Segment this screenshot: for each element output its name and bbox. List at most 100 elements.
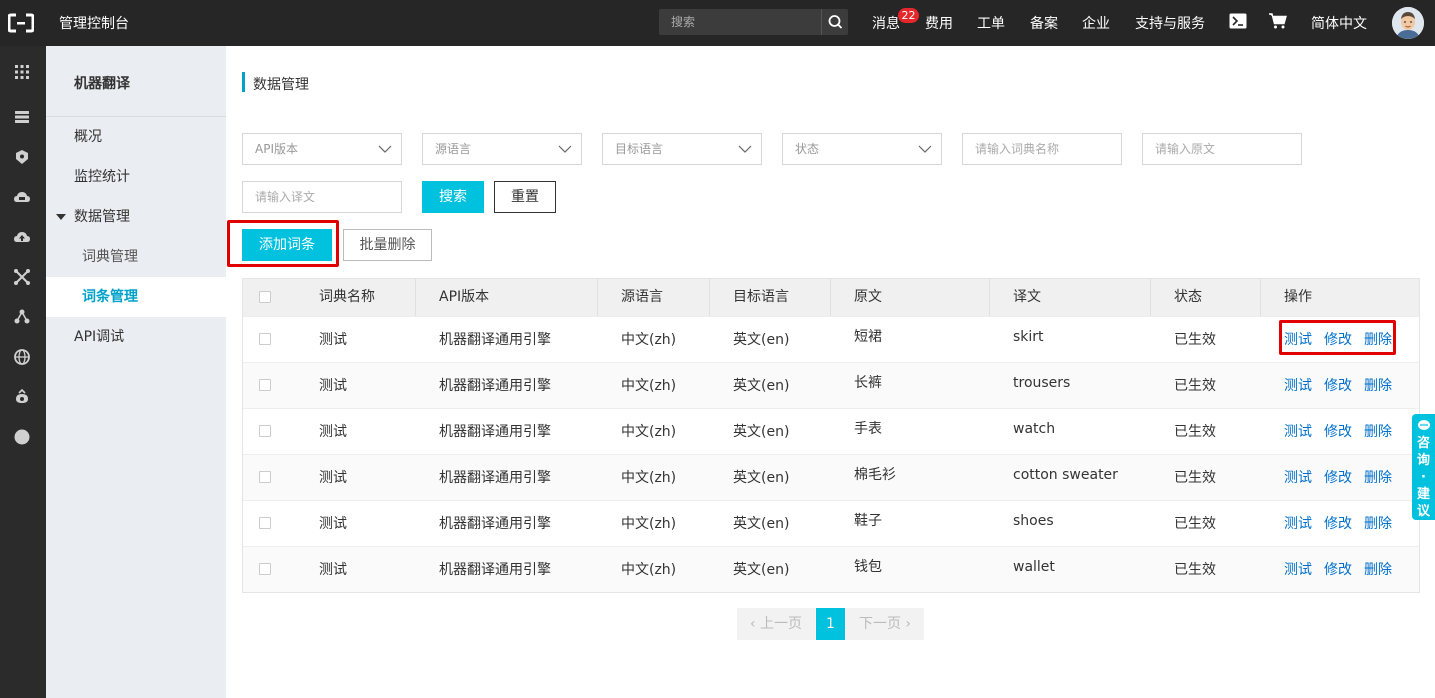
test-link[interactable]: 测试 [1284,547,1312,593]
cell-source-lang: 中文(zh) [621,516,677,532]
reset-button[interactable]: 重置 [494,181,556,213]
cluster-icon[interactable] [13,308,31,326]
add-entry-button[interactable]: 添加词条 [242,229,332,261]
row-checkbox[interactable] [259,425,271,437]
grid-apps-icon[interactable] [13,63,31,81]
header-translation[interactable]: 译文 [1013,279,1041,316]
cell-dict-name: 测试 [319,378,347,394]
global-search-input[interactable] [659,9,821,35]
source-lang-select[interactable]: 源语言 [422,133,582,165]
test-link[interactable]: 测试 [1284,455,1312,501]
edit-link[interactable]: 修改 [1324,547,1352,593]
prev-page-button[interactable]: ‹ 上一页 [737,608,815,640]
header-source-text[interactable]: 原文 [854,279,882,316]
cpu-chip-icon[interactable] [13,148,31,166]
nav-tickets[interactable]: 工单 [977,13,1005,33]
target-lang-select[interactable]: 目标语言 [602,133,762,165]
terminal-icon[interactable] [1229,13,1247,29]
sidebar-item-overview[interactable]: 概况 [46,117,226,157]
delete-link[interactable]: 删除 [1364,317,1392,363]
cell-dict-name: 测试 [319,424,347,440]
test-link[interactable]: 测试 [1284,409,1312,455]
cart-icon[interactable] [1269,13,1287,29]
batch-delete-button[interactable]: 批量删除 [343,229,432,261]
console-title[interactable]: 管理控制台 [59,13,129,33]
top-navigation-bar: 管理控制台 消息 22 费用 工单 备案 企业 支持与服务 简体中文 [0,0,1435,46]
test-link[interactable]: 测试 [1284,317,1312,363]
delete-link[interactable]: 删除 [1364,501,1392,547]
page-title: 数据管理 [253,77,309,93]
header-target-lang[interactable]: 目标语言 [733,279,789,316]
sidebar-item-data-mgmt[interactable]: 数据管理 [46,197,226,237]
main-content: 数据管理 API版本 源语言 目标语言 状态 搜索 重置 添加词条 批量删除 词… [226,46,1435,698]
nav-support[interactable]: 支持与服务 [1135,13,1205,33]
nav-enterprise[interactable]: 企业 [1082,13,1110,33]
source-text-input[interactable] [1142,133,1302,165]
circle-dot-icon[interactable] [13,428,31,446]
page-number-current[interactable]: 1 [816,608,845,640]
cloud-database-icon[interactable] [13,188,31,206]
user-avatar[interactable] [1392,7,1424,39]
search-button[interactable] [821,9,848,35]
consult-suggest-tab[interactable]: 咨 询 · 建 议 [1412,414,1435,520]
header-source-lang[interactable]: 源语言 [621,279,663,316]
nav-language[interactable]: 简体中文 [1311,13,1367,33]
next-page-button[interactable]: 下一页 › [846,608,924,640]
sidebar-item-api-debug[interactable]: API调试 [46,317,226,357]
header-dict-name[interactable]: 词典名称 [319,279,375,316]
search-button[interactable]: 搜索 [422,181,484,213]
row-checkbox[interactable] [259,333,271,345]
table-row: 测试 机器翻译通用引擎 中文(zh) 英文(en) 长裤 trousers 已生… [243,362,1419,408]
cell-translation: watch [1013,421,1056,437]
edit-link[interactable]: 修改 [1324,455,1352,501]
prev-page-label: 上一页 [760,616,803,632]
row-checkbox[interactable] [259,379,271,391]
nav-icp[interactable]: 备案 [1030,13,1058,33]
edit-link[interactable]: 修改 [1324,317,1352,363]
header-separator [989,279,990,316]
nav-messages[interactable]: 消息 [872,13,900,33]
row-checkbox[interactable] [259,517,271,529]
sidebar-item-monitor[interactable]: 监控统计 [46,157,226,197]
target-lang-select-value: 目标语言 [615,142,664,156]
row-checkbox[interactable] [259,471,271,483]
delete-link[interactable]: 删除 [1364,409,1392,455]
sidebar-item-dict-mgmt[interactable]: 词典管理 [46,237,226,277]
globe-icon[interactable] [13,348,31,366]
api-version-select[interactable]: API版本 [242,133,402,165]
chevron-down-icon [558,145,572,153]
header-api-version[interactable]: API版本 [439,279,489,316]
analytics-bulb-icon[interactable] [13,388,31,406]
cell-source-text: 钱包 [854,559,882,575]
header-status[interactable]: 状态 [1174,279,1202,316]
nav-billing[interactable]: 费用 [925,13,953,33]
test-link[interactable]: 测试 [1284,501,1312,547]
cell-api-version: 机器翻译通用引擎 [439,332,551,348]
test-link[interactable]: 测试 [1284,363,1312,409]
source-lang-select-value: 源语言 [435,142,472,156]
status-select[interactable]: 状态 [782,133,942,165]
server-icon[interactable] [13,108,31,126]
cell-status: 已生效 [1174,424,1216,440]
consult-char: 询 [1416,453,1430,468]
sidebar-item-entry-mgmt[interactable]: 词条管理 [46,277,226,317]
edit-link[interactable]: 修改 [1324,409,1352,455]
translation-input[interactable] [242,181,402,213]
edit-link[interactable]: 修改 [1324,363,1352,409]
delete-link[interactable]: 删除 [1364,455,1392,501]
edit-link[interactable]: 修改 [1324,501,1352,547]
cell-target-lang: 英文(en) [733,332,790,348]
select-all-checkbox[interactable] [259,291,271,303]
delete-link[interactable]: 删除 [1364,547,1392,593]
header-separator [1150,279,1151,316]
cell-source-lang: 中文(zh) [621,332,677,348]
caret-down-icon [56,214,66,220]
dict-name-input[interactable] [962,133,1122,165]
delete-link[interactable]: 删除 [1364,363,1392,409]
row-checkbox[interactable] [259,563,271,575]
cloud-upload-icon[interactable] [13,228,31,246]
cell-target-lang: 英文(en) [733,516,790,532]
chevron-left-icon: ‹ [749,616,761,632]
network-cross-icon[interactable] [13,268,31,286]
aliyun-logo-icon[interactable] [8,13,34,33]
